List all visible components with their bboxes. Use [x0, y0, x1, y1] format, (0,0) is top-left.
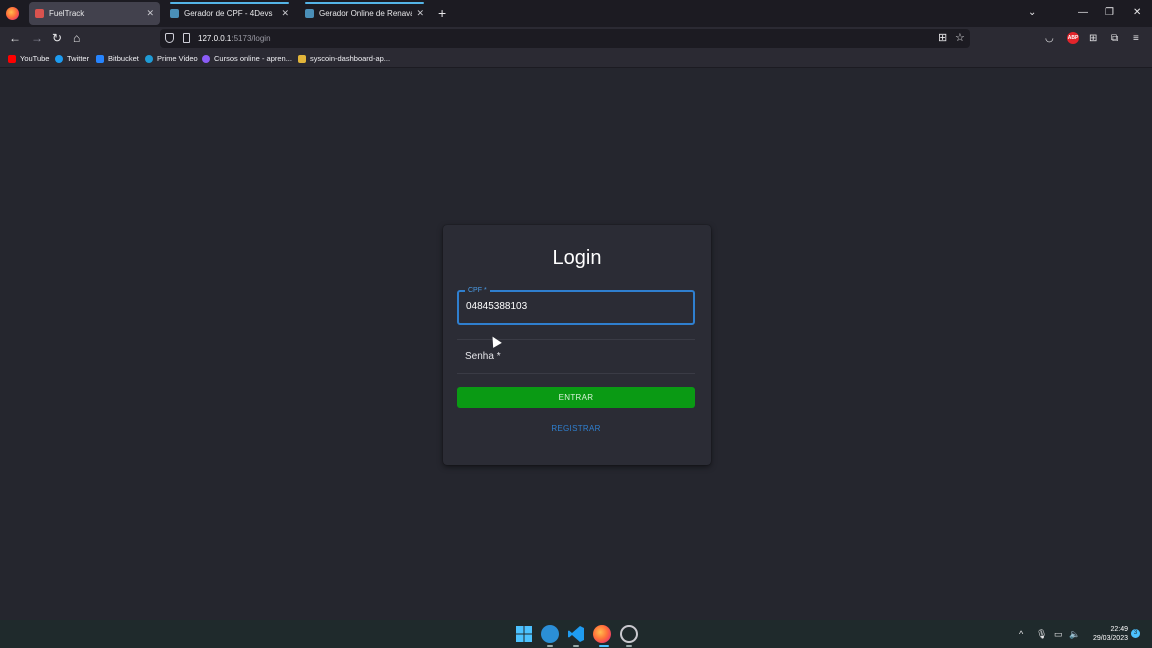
bookmark-twitter[interactable]: Twitter [55, 54, 89, 63]
4devs-favicon-icon [305, 9, 314, 18]
tab-fueltrack[interactable]: FuelTrack ✕ [29, 2, 160, 25]
microphone-icon[interactable]: 🎙 [1036, 628, 1047, 640]
bookmark-label: YouTube [20, 54, 50, 63]
new-tab-button[interactable]: + [438, 5, 446, 21]
cpf-value[interactable]: 04845388103 [466, 301, 527, 312]
back-button[interactable]: ← [9, 31, 21, 45]
pocket-icon[interactable]: ◡ [1045, 32, 1054, 45]
windows-logo-icon [516, 626, 532, 642]
registrar-button[interactable]: REGISTRAR [457, 422, 695, 436]
cursos-online-icon [202, 54, 210, 63]
vscode-icon[interactable] [567, 625, 585, 643]
bookmark-syscoin-dashboard[interactable]: syscoin-dashboard-ap... [298, 54, 390, 63]
firefox-logo-icon[interactable] [6, 7, 19, 20]
volume-icon[interactable]: 🔈 [1069, 628, 1080, 640]
youtube-icon [8, 54, 16, 63]
start-button[interactable] [515, 625, 533, 643]
cpf-input[interactable]: CPF * 04845388103 [457, 286, 695, 325]
docker-icon[interactable] [541, 625, 559, 643]
extensions-grid-icon[interactable]: ⊞ [1089, 32, 1097, 45]
page-info-icon[interactable] [183, 33, 190, 43]
display-icon[interactable]: ▭ [1054, 628, 1063, 640]
tab-title: Gerador de CPF - 4Devs [184, 9, 273, 18]
bookmark-label: Prime Video [157, 54, 198, 63]
address-bar[interactable]: 127.0.0.1:5173/login ⊞ ☆ [160, 29, 970, 48]
forward-button[interactable]: → [31, 31, 43, 45]
reload-button[interactable]: ↻ [52, 31, 62, 45]
app-running-indicator [547, 645, 553, 647]
twitter-icon [55, 54, 63, 63]
login-title: Login [552, 247, 602, 269]
bitbucket-icon [96, 54, 104, 63]
bookmark-youtube[interactable]: YouTube [8, 54, 49, 63]
bookmark-label: syscoin-dashboard-ap... [310, 54, 391, 63]
tab-title: FuelTrack [49, 9, 85, 18]
close-window-button[interactable]: ✕ [1133, 6, 1141, 20]
cpf-label: CPF * [465, 286, 490, 295]
url-text[interactable]: 127.0.0.1:5173/login [198, 34, 271, 43]
tab-close-icon[interactable]: ✕ [146, 8, 154, 19]
tracking-protection-icon[interactable] [165, 33, 174, 43]
tab-loading-line [170, 2, 289, 4]
bookmark-prime-video[interactable]: Prime Video [145, 54, 198, 63]
notification-badge[interactable]: 3 [1131, 629, 1140, 638]
url-host: 127.0.0.1 [198, 34, 232, 43]
system-clock[interactable]: 22:49 29/03/2023 [1086, 625, 1128, 643]
tab-gerador-renavam[interactable]: Gerador Online de Renavam - 4 ✕ [299, 2, 430, 25]
fueltrack-favicon-icon [35, 9, 44, 18]
clock-date: 29/03/2023 [1092, 635, 1128, 642]
firefox-taskbar-icon[interactable] [593, 625, 611, 643]
menu-icon[interactable]: ≡ [1133, 32, 1139, 45]
grid-icon[interactable]: ⊞ [938, 32, 947, 45]
bookmark-cursos-online[interactable]: Cursos online - apren... [202, 54, 292, 63]
home-button[interactable]: ⌂ [73, 31, 80, 45]
restore-button[interactable]: ❐ [1105, 6, 1114, 20]
app-active-indicator [599, 645, 609, 647]
login-card: Login CPF * 04845388103 Senha * ENTRAR R… [443, 225, 711, 465]
syscoin-icon [298, 54, 306, 63]
4devs-favicon-icon [170, 9, 179, 18]
tab-title: Gerador Online de Renavam - 4 [319, 9, 413, 18]
bookmark-label: Twitter [67, 54, 90, 63]
bookmark-label: Bitbucket [108, 54, 139, 63]
tab-gerador-cpf[interactable]: Gerador de CPF - 4Devs ✕ [164, 2, 295, 25]
tab-strip: FuelTrack ✕ Gerador de CPF - 4Devs ✕ Ger… [0, 0, 1152, 27]
app-running-indicator [626, 645, 632, 647]
tab-loading-line [305, 2, 424, 4]
bookmark-bitbucket[interactable]: Bitbucket [96, 54, 139, 63]
url-path: :5173/login [231, 34, 271, 43]
bookmark-star-icon[interactable]: ☆ [955, 32, 965, 45]
settings-app-icon[interactable] [620, 625, 638, 643]
minimize-button[interactable]: — [1078, 6, 1088, 20]
adblock-plus-icon[interactable]: ABP [1067, 32, 1079, 44]
senha-label: Senha * [465, 351, 501, 362]
app-running-indicator [573, 645, 579, 647]
vscode-logo-icon [568, 626, 584, 642]
entrar-button[interactable]: ENTRAR [457, 387, 695, 408]
clock-time: 22:49 [1110, 626, 1128, 633]
navigation-toolbar: ← → ↻ ⌂ 127.0.0.1:5173/login ⊞ ☆ ◡ ABP ⊞… [0, 27, 1152, 50]
prime-video-icon [145, 54, 153, 63]
list-all-tabs-icon[interactable]: ⌄ [1028, 6, 1036, 20]
tab-close-icon[interactable]: ✕ [416, 8, 424, 19]
windows-taskbar: ^ 🎙 ▭ 🔈 22:49 29/03/2023 [0, 620, 1152, 648]
tray-chevron-icon[interactable]: ^ [1019, 628, 1023, 640]
bookmark-label: Cursos online - apren... [214, 54, 292, 63]
bookmarks-toolbar: YouTube Twitter Bitbucket Prime Video Cu… [0, 50, 1152, 68]
extensions-puzzle-icon[interactable]: ⧉ [1111, 32, 1118, 45]
tab-close-icon[interactable]: ✕ [281, 8, 289, 19]
